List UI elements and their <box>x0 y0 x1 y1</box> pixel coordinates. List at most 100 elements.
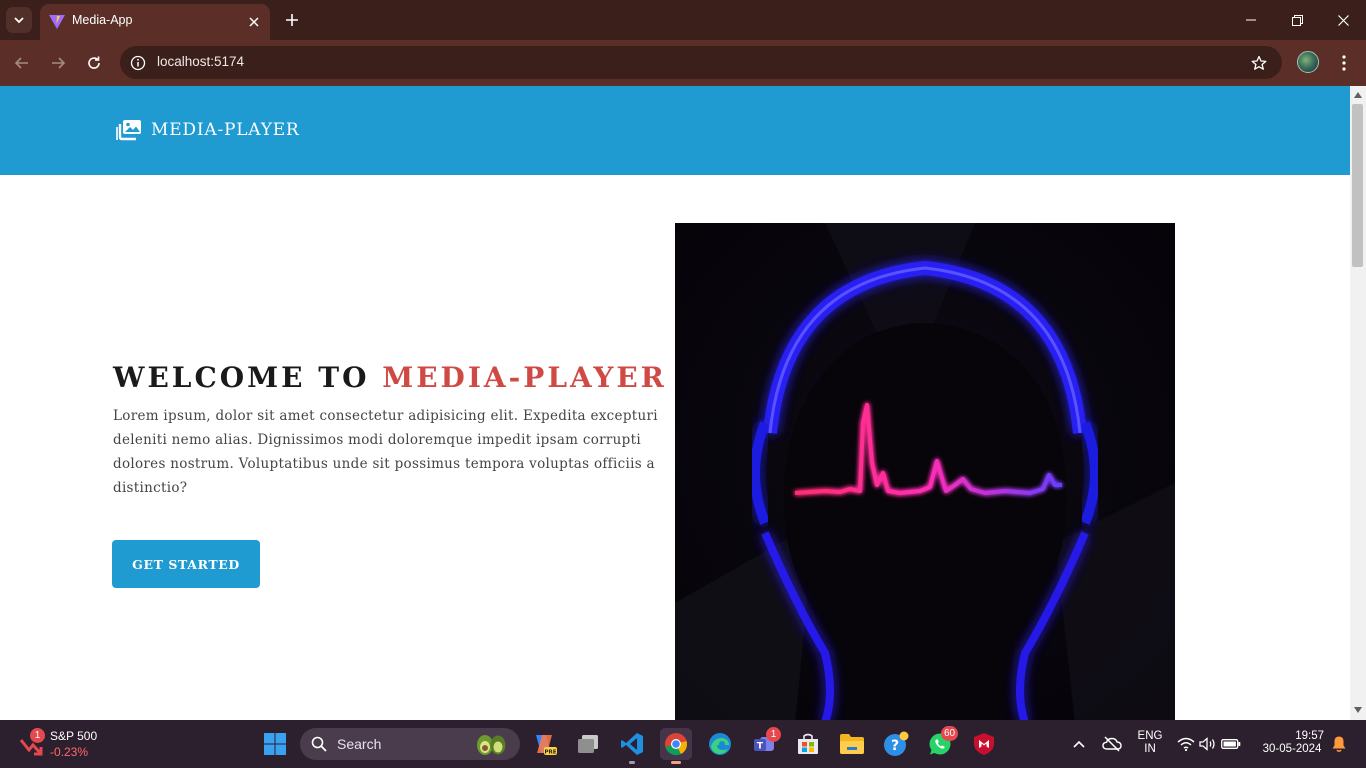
file-explorer-app[interactable] <box>836 728 868 760</box>
taskbar-search-box[interactable]: Search <box>300 728 520 760</box>
tab-title: Media-App <box>72 13 133 27</box>
copilot-icon: PRE <box>536 735 557 756</box>
close-icon <box>249 17 259 27</box>
bell-icon <box>1332 736 1346 753</box>
browser-tab-strip: Media-App <box>0 0 1366 40</box>
back-button[interactable] <box>10 51 34 75</box>
whatsapp-app[interactable]: 60 <box>924 726 959 760</box>
stock-badge: 1 <box>30 728 45 743</box>
edge-app[interactable] <box>704 728 736 760</box>
copilot-app[interactable]: PRE <box>528 728 560 760</box>
quick-settings-button[interactable] <box>1176 728 1242 760</box>
close-icon <box>1337 14 1349 26</box>
teams-app[interactable]: T 1 <box>748 727 781 760</box>
volume-icon <box>1199 737 1215 751</box>
svg-text:T: T <box>757 742 764 752</box>
cloud-offline-icon <box>1102 736 1122 752</box>
onedrive-button[interactable] <box>1098 728 1126 760</box>
vscode-app[interactable] <box>616 728 648 764</box>
hero-title: WELCOME TO MEDIA-PLAYER <box>113 361 667 394</box>
chrome-app[interactable] <box>660 728 692 764</box>
window-close-button[interactable] <box>1320 0 1366 40</box>
get-help-app[interactable]: ? <box>880 728 912 760</box>
clock[interactable]: 19:57 30-05-2024 <box>1254 730 1330 755</box>
teams-badge: 1 <box>766 727 781 742</box>
tab-close-button[interactable] <box>244 12 264 32</box>
new-tab-button[interactable] <box>280 8 304 32</box>
brand-link[interactable]: MEDIA-PLAYER <box>116 119 300 141</box>
svg-text:?: ? <box>891 738 899 754</box>
task-view-app[interactable] <box>572 728 604 760</box>
site-info-button[interactable] <box>126 51 150 75</box>
avocado-highlight-icon <box>477 735 506 755</box>
triangle-down-icon <box>1354 707 1362 713</box>
url-text[interactable]: localhost:5174 <box>157 54 244 69</box>
browser-menu-button[interactable] <box>1333 51 1355 75</box>
scroll-up-arrow[interactable] <box>1353 90 1363 100</box>
headphones-heartbeat-image <box>675 223 1175 720</box>
scroll-down-arrow[interactable] <box>1353 705 1363 715</box>
plus-icon <box>286 14 298 26</box>
search-label: Search <box>337 736 382 752</box>
svg-text:PRE: PRE <box>544 750 556 756</box>
more-vertical-icon <box>1342 55 1346 71</box>
page-scrollbar[interactable] <box>1350 86 1366 720</box>
page-viewport: MEDIA-PLAYER WELCOME TO MEDIA-PLAYER Lor… <box>0 86 1350 720</box>
show-hidden-icons-button[interactable] <box>1066 728 1092 760</box>
vscode-icon <box>621 733 643 755</box>
brand-text: MEDIA-PLAYER <box>151 120 300 140</box>
restore-icon <box>1291 14 1303 26</box>
forward-button[interactable] <box>46 51 70 75</box>
task-view-icon <box>578 735 598 753</box>
windows-taskbar: 1 S&P 500 -0.23% Search PRE T 1 ? 60 ENG… <box>0 720 1366 768</box>
battery-icon <box>1221 739 1241 749</box>
minimize-icon <box>1246 19 1256 21</box>
site-navbar: MEDIA-PLAYER <box>0 86 1350 175</box>
edge-icon <box>709 733 731 755</box>
star-icon <box>1251 55 1267 70</box>
media-photo-icon <box>116 120 141 141</box>
vite-logo-icon <box>49 15 65 29</box>
language-line2: IN <box>1144 743 1156 755</box>
profile-avatar[interactable] <box>1297 51 1319 73</box>
folder-icon <box>840 734 864 754</box>
wifi-icon <box>1177 737 1195 751</box>
chevron-down-icon <box>14 17 24 24</box>
site-info-icon <box>130 55 146 71</box>
whatsapp-badge: 60 <box>941 726 959 741</box>
clock-date: 30-05-2024 <box>1262 743 1322 755</box>
help-icon: ? <box>884 731 909 756</box>
browser-tab-active[interactable]: Media-App <box>40 4 270 40</box>
browser-toolbar: localhost:5174 <box>0 40 1366 86</box>
chrome-icon <box>665 733 687 756</box>
store-icon <box>798 733 818 754</box>
stock-change: -0.23% <box>50 745 89 759</box>
open-indicator <box>629 761 635 764</box>
restore-button[interactable] <box>1274 0 1320 40</box>
mcafee-shield-icon <box>974 733 994 755</box>
search-icon <box>311 736 327 752</box>
hero-description: Lorem ipsum, dolor sit amet consectetur … <box>113 408 658 496</box>
start-button[interactable] <box>259 728 291 760</box>
language-indicator[interactable]: ENG IN <box>1134 730 1166 755</box>
ms-store-app[interactable] <box>792 728 824 760</box>
clock-time: 19:57 <box>1295 730 1324 742</box>
get-started-button[interactable]: GET STARTED <box>112 540 260 588</box>
notifications-button[interactable] <box>1328 728 1350 760</box>
scrollbar-thumb[interactable] <box>1352 104 1363 267</box>
mcafee-app[interactable] <box>968 728 1000 760</box>
chevron-up-icon <box>1073 740 1085 748</box>
arrow-right-icon <box>52 57 66 69</box>
language-line1: ENG <box>1137 730 1163 742</box>
minimize-button[interactable] <box>1228 0 1274 40</box>
address-bar[interactable]: localhost:5174 <box>120 46 1282 79</box>
hero-title-prefix: WELCOME TO <box>113 361 370 394</box>
active-indicator <box>671 761 681 764</box>
hero-title-accent: MEDIA-PLAYER <box>382 361 667 394</box>
reload-button[interactable] <box>82 51 106 75</box>
reload-icon <box>88 56 100 69</box>
tab-search-button[interactable] <box>6 7 32 33</box>
triangle-up-icon <box>1354 92 1362 98</box>
bookmark-button[interactable] <box>1248 52 1270 74</box>
stock-name: S&P 500 <box>50 729 98 743</box>
